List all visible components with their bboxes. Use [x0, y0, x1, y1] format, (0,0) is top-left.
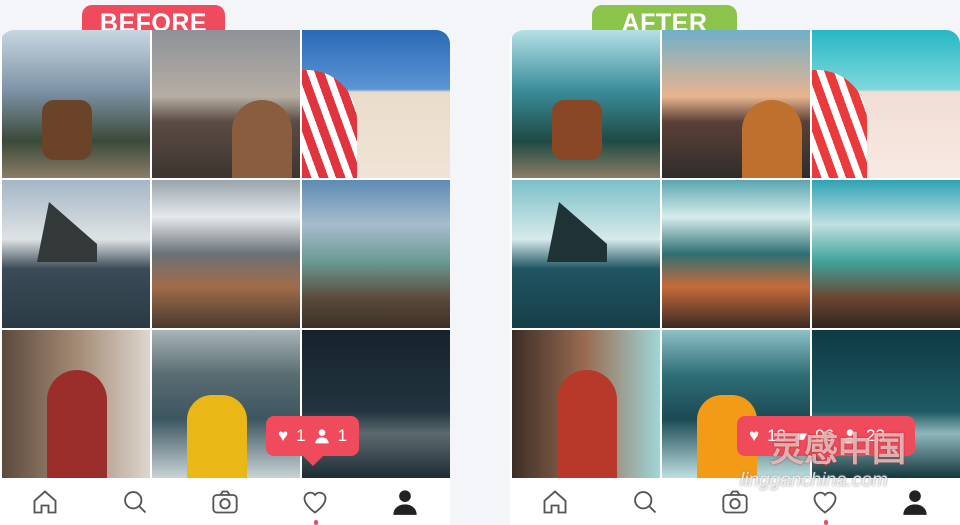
heart-icon: ♥: [749, 426, 760, 445]
camera-icon[interactable]: [211, 488, 239, 516]
profile-icon[interactable]: [391, 488, 419, 516]
photo-sea-rock[interactable]: [2, 180, 150, 328]
activity-indicator-dot: [314, 520, 318, 525]
photo-sea-rock[interactable]: [512, 180, 660, 328]
watermark-logo: 灵感中国: [770, 431, 906, 469]
photo-woman-kitchen[interactable]: [512, 330, 660, 478]
activity-indicator-dot: [824, 520, 828, 525]
photo-woman-kitchen[interactable]: [2, 330, 150, 478]
photo-lagoon-hiker[interactable]: [812, 180, 960, 328]
search-icon[interactable]: [121, 488, 149, 516]
likes-count: 1: [296, 426, 306, 445]
photo-lagoon-hiker[interactable]: [302, 180, 450, 328]
before-notification-bubble: ♥ 1 1: [266, 416, 360, 466]
photo-snowy-mountains-road[interactable]: [152, 180, 300, 328]
watermark-url: lingganchina.com: [740, 470, 888, 491]
profile-icon[interactable]: [901, 488, 929, 516]
search-icon[interactable]: [631, 488, 659, 516]
photo-highland-cow[interactable]: [512, 30, 660, 178]
photo-grid: [2, 30, 450, 478]
home-icon[interactable]: [541, 488, 569, 516]
photo-volcano[interactable]: [662, 30, 810, 178]
user-icon: [314, 429, 329, 444]
photo-highland-cow[interactable]: [2, 30, 150, 178]
heart-icon[interactable]: [301, 488, 329, 516]
bottom-nav: [0, 478, 450, 525]
followers-count: 1: [337, 426, 348, 445]
photo-snowy-mountains-road[interactable]: [662, 180, 810, 328]
photo-beach-umbrella[interactable]: [812, 30, 960, 178]
bottom-nav: [510, 478, 960, 525]
home-icon[interactable]: [31, 488, 59, 516]
photo-grid: [512, 30, 960, 478]
before-phone-feed: [0, 30, 450, 525]
photo-beach-umbrella[interactable]: [302, 30, 450, 178]
heart-icon: ♥: [278, 426, 289, 445]
photo-volcano[interactable]: [152, 30, 300, 178]
